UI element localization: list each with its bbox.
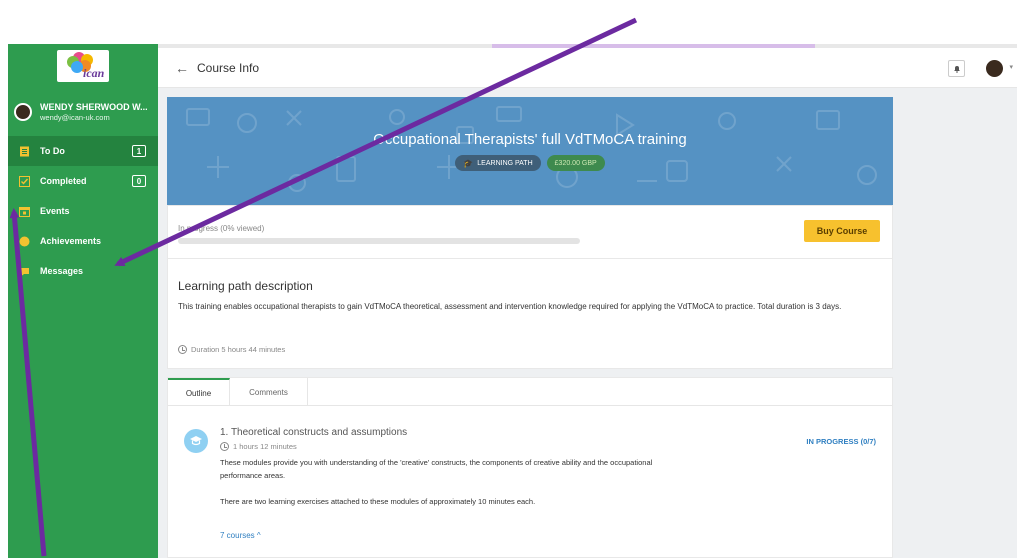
graduation-cap-icon: 🎓 (463, 158, 474, 168)
buy-course-button[interactable]: Buy Course (804, 220, 880, 242)
learning-path-label: LEARNING PATH (477, 159, 533, 167)
description-text: This training enables occupational thera… (178, 302, 842, 311)
description-heading: Learning path description (178, 279, 313, 293)
ican-logo[interactable]: ican (57, 50, 109, 82)
sidebar-item-label: Messages (40, 266, 84, 276)
module-description: These modules provide you with understan… (220, 456, 680, 521)
progress-bar (178, 238, 580, 244)
sidebar: ican WENDY SHERWOOD W... wendy@ican-uk.c… (8, 44, 158, 558)
sidebar-item-label: To Do (40, 146, 65, 156)
account-avatar[interactable] (986, 60, 1003, 77)
module-status: IN PROGRESS (0/7) (806, 437, 876, 446)
sidebar-item-completed[interactable]: Completed 0 (8, 166, 158, 196)
price-badge: £320.00 GBP (546, 155, 605, 171)
logo-petal (71, 61, 83, 73)
content-tabs: Outline Comments (168, 378, 892, 406)
sidebar-item-achievements[interactable]: Achievements (8, 226, 158, 256)
duration-text: Duration 5 hours 44 minutes (191, 345, 286, 354)
logo-wordmark: ican (83, 66, 105, 80)
courses-toggle-link[interactable]: 7 courses ^ (220, 531, 261, 540)
description-card: Learning path description This training … (167, 259, 893, 369)
back-arrow-icon[interactable]: ← (175, 60, 189, 76)
user-email: wendy@ican-uk.com (40, 112, 110, 122)
page-title: Course Info (197, 60, 260, 75)
course-title: Occupational Therapists' full VdTMoCA tr… (373, 131, 687, 148)
todo-count-badge: 1 (132, 145, 146, 157)
app-screen: ican WENDY SHERWOOD W... wendy@ican-uk.c… (0, 0, 1017, 558)
trophy-icon (18, 235, 30, 247)
sidebar-item-events[interactable]: Events (8, 196, 158, 226)
top-bar: ← Course Info ▾ (158, 48, 1017, 88)
user-profile[interactable]: WENDY SHERWOOD W... wendy@ican-uk.com (8, 88, 158, 136)
course-banner: Occupational Therapists' full VdTMoCA tr… (167, 97, 893, 205)
course-tags: 🎓 LEARNING PATH £320.00 GBP (167, 155, 893, 171)
sidebar-item-messages[interactable]: Messages (8, 256, 158, 286)
module-paragraph: There are two learning exercises attache… (220, 497, 536, 506)
module-paragraph: These modules provide you with understan… (220, 458, 653, 480)
sidebar-item-todo[interactable]: To Do 1 (8, 136, 158, 166)
avatar (14, 103, 32, 121)
clock-icon (220, 442, 229, 451)
module-duration-text: 1 hours 12 minutes (233, 442, 297, 451)
tab-comments[interactable]: Comments (230, 378, 308, 406)
duration-row: Duration 5 hours 44 minutes (178, 345, 285, 354)
user-name: WENDY SHERWOOD W... (40, 101, 148, 112)
clock-icon (178, 345, 187, 354)
module-duration: 1 hours 12 minutes (220, 442, 297, 451)
completed-count-badge: 0 (132, 175, 146, 187)
sidebar-item-label: Achievements (40, 236, 102, 246)
top-margin (0, 0, 1017, 44)
learning-path-badge: 🎓 LEARNING PATH (455, 155, 541, 171)
notification-bell-icon[interactable] (948, 60, 965, 77)
chevron-down-icon[interactable]: ▾ (1009, 63, 1013, 71)
chat-bubble-icon (18, 265, 30, 277)
logo-area: ican (8, 44, 158, 88)
graduation-cap-icon (184, 429, 208, 453)
banner-doodle-pattern (186, 106, 877, 192)
outline-card: Outline Comments 1. Theoretical construc… (167, 377, 893, 558)
sidebar-item-label: Completed (40, 176, 87, 186)
progress-card: In progress (0% viewed) Buy Course (167, 205, 893, 259)
progress-label: In progress (0% viewed) (178, 224, 265, 233)
tab-outline[interactable]: Outline (168, 378, 230, 406)
todo-list-icon (18, 145, 30, 157)
right-gutter (892, 88, 1017, 558)
calendar-icon (18, 205, 30, 217)
sidebar-nav: To Do 1 Completed 0 Events Achievements … (8, 136, 158, 286)
check-square-icon (18, 175, 30, 187)
sidebar-item-label: Events (40, 206, 70, 216)
module-title[interactable]: 1. Theoretical constructs and assumption… (220, 427, 407, 438)
